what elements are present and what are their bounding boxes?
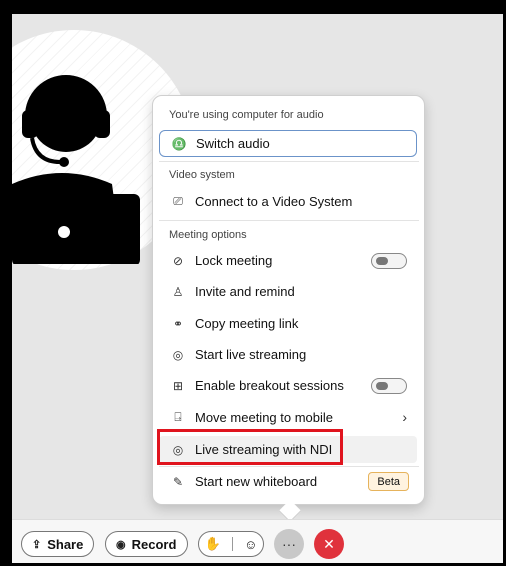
close-icon: ✕ xyxy=(323,535,335,552)
breakout-icon: ⊞ xyxy=(172,378,184,393)
stream-icon: ◎ xyxy=(172,347,184,362)
move-mobile-item[interactable]: ⍈ Move meeting to mobile › xyxy=(159,404,417,431)
copy-link-item[interactable]: ⚭ Copy meeting link xyxy=(159,310,417,337)
reactions-group: ✋ ☺ xyxy=(198,531,264,557)
whiteboard-item[interactable]: ✎ Start new whiteboard Beta xyxy=(159,468,417,495)
breakout-toggle[interactable] xyxy=(371,378,407,394)
reactions-icon[interactable]: ☺ xyxy=(244,537,257,552)
more-icon: ··· xyxy=(282,536,296,552)
ndi-streaming-item[interactable]: ◎ Live streaming with NDI xyxy=(159,436,417,463)
meeting-window: You're using computer for audio ♎ Switch… xyxy=(12,14,506,566)
ndi-streaming-label: Live streaming with NDI xyxy=(195,442,333,457)
start-live-item[interactable]: ◎ Start live streaming xyxy=(159,341,417,368)
start-live-label: Start live streaming xyxy=(195,347,307,362)
share-button[interactable]: ⇪ Share xyxy=(21,531,94,557)
microphone-icon: ♎ xyxy=(171,136,187,151)
more-options-button[interactable]: ··· xyxy=(274,529,304,559)
screen-icon: ⎚ xyxy=(173,194,183,208)
connect-video-item[interactable]: ⎚ Connect to a Video System xyxy=(159,188,417,215)
more-options-menu: You're using computer for audio ♎ Switch… xyxy=(152,95,425,505)
switch-audio-label: Switch audio xyxy=(196,136,270,151)
divider xyxy=(159,466,419,467)
mobile-icon: ⍈ xyxy=(174,410,182,424)
connect-video-label: Connect to a Video System xyxy=(195,194,353,209)
record-label: Record xyxy=(131,536,177,552)
switch-audio-item[interactable]: ♎ Switch audio xyxy=(159,130,417,157)
options-section-label: Meeting options xyxy=(169,229,247,241)
share-label: Share xyxy=(47,536,84,552)
divider xyxy=(159,220,419,221)
lock-meeting-toggle[interactable] xyxy=(371,253,407,269)
divider xyxy=(231,537,233,551)
lock-meeting-label: Lock meeting xyxy=(195,253,273,268)
whiteboard-label: Start new whiteboard xyxy=(195,474,318,489)
copy-link-label: Copy meeting link xyxy=(195,316,299,331)
move-mobile-label: Move meeting to mobile xyxy=(195,410,334,425)
video-section-label: Video system xyxy=(169,169,235,181)
meeting-toolbar: ⇪ Share ◉ Record ✋ ☺ ··· ✕ xyxy=(12,519,506,566)
breakout-label: Enable breakout sessions xyxy=(195,378,344,393)
end-meeting-button[interactable]: ✕ xyxy=(314,529,344,559)
raise-hand-icon[interactable]: ✋ xyxy=(205,536,221,552)
audio-section-label: You're using computer for audio xyxy=(169,109,324,121)
stream-icon: ◎ xyxy=(172,442,184,457)
person-add-icon: ♙ xyxy=(172,284,184,299)
share-icon: ⇪ xyxy=(32,538,42,551)
pen-icon: ✎ xyxy=(172,474,184,489)
invite-label: Invite and remind xyxy=(195,284,295,299)
link-icon: ⚭ xyxy=(172,316,184,331)
divider xyxy=(159,161,419,162)
invite-item[interactable]: ♙ Invite and remind xyxy=(159,278,417,305)
beta-badge: Beta xyxy=(368,472,409,491)
chevron-right-icon: › xyxy=(402,409,407,425)
lock-meeting-item[interactable]: ⊘ Lock meeting xyxy=(159,247,417,274)
record-icon: ◉ xyxy=(116,538,126,551)
breakout-item[interactable]: ⊞ Enable breakout sessions xyxy=(159,372,417,399)
record-button[interactable]: ◉ Record xyxy=(105,531,188,557)
lock-icon: ⊘ xyxy=(172,253,184,268)
